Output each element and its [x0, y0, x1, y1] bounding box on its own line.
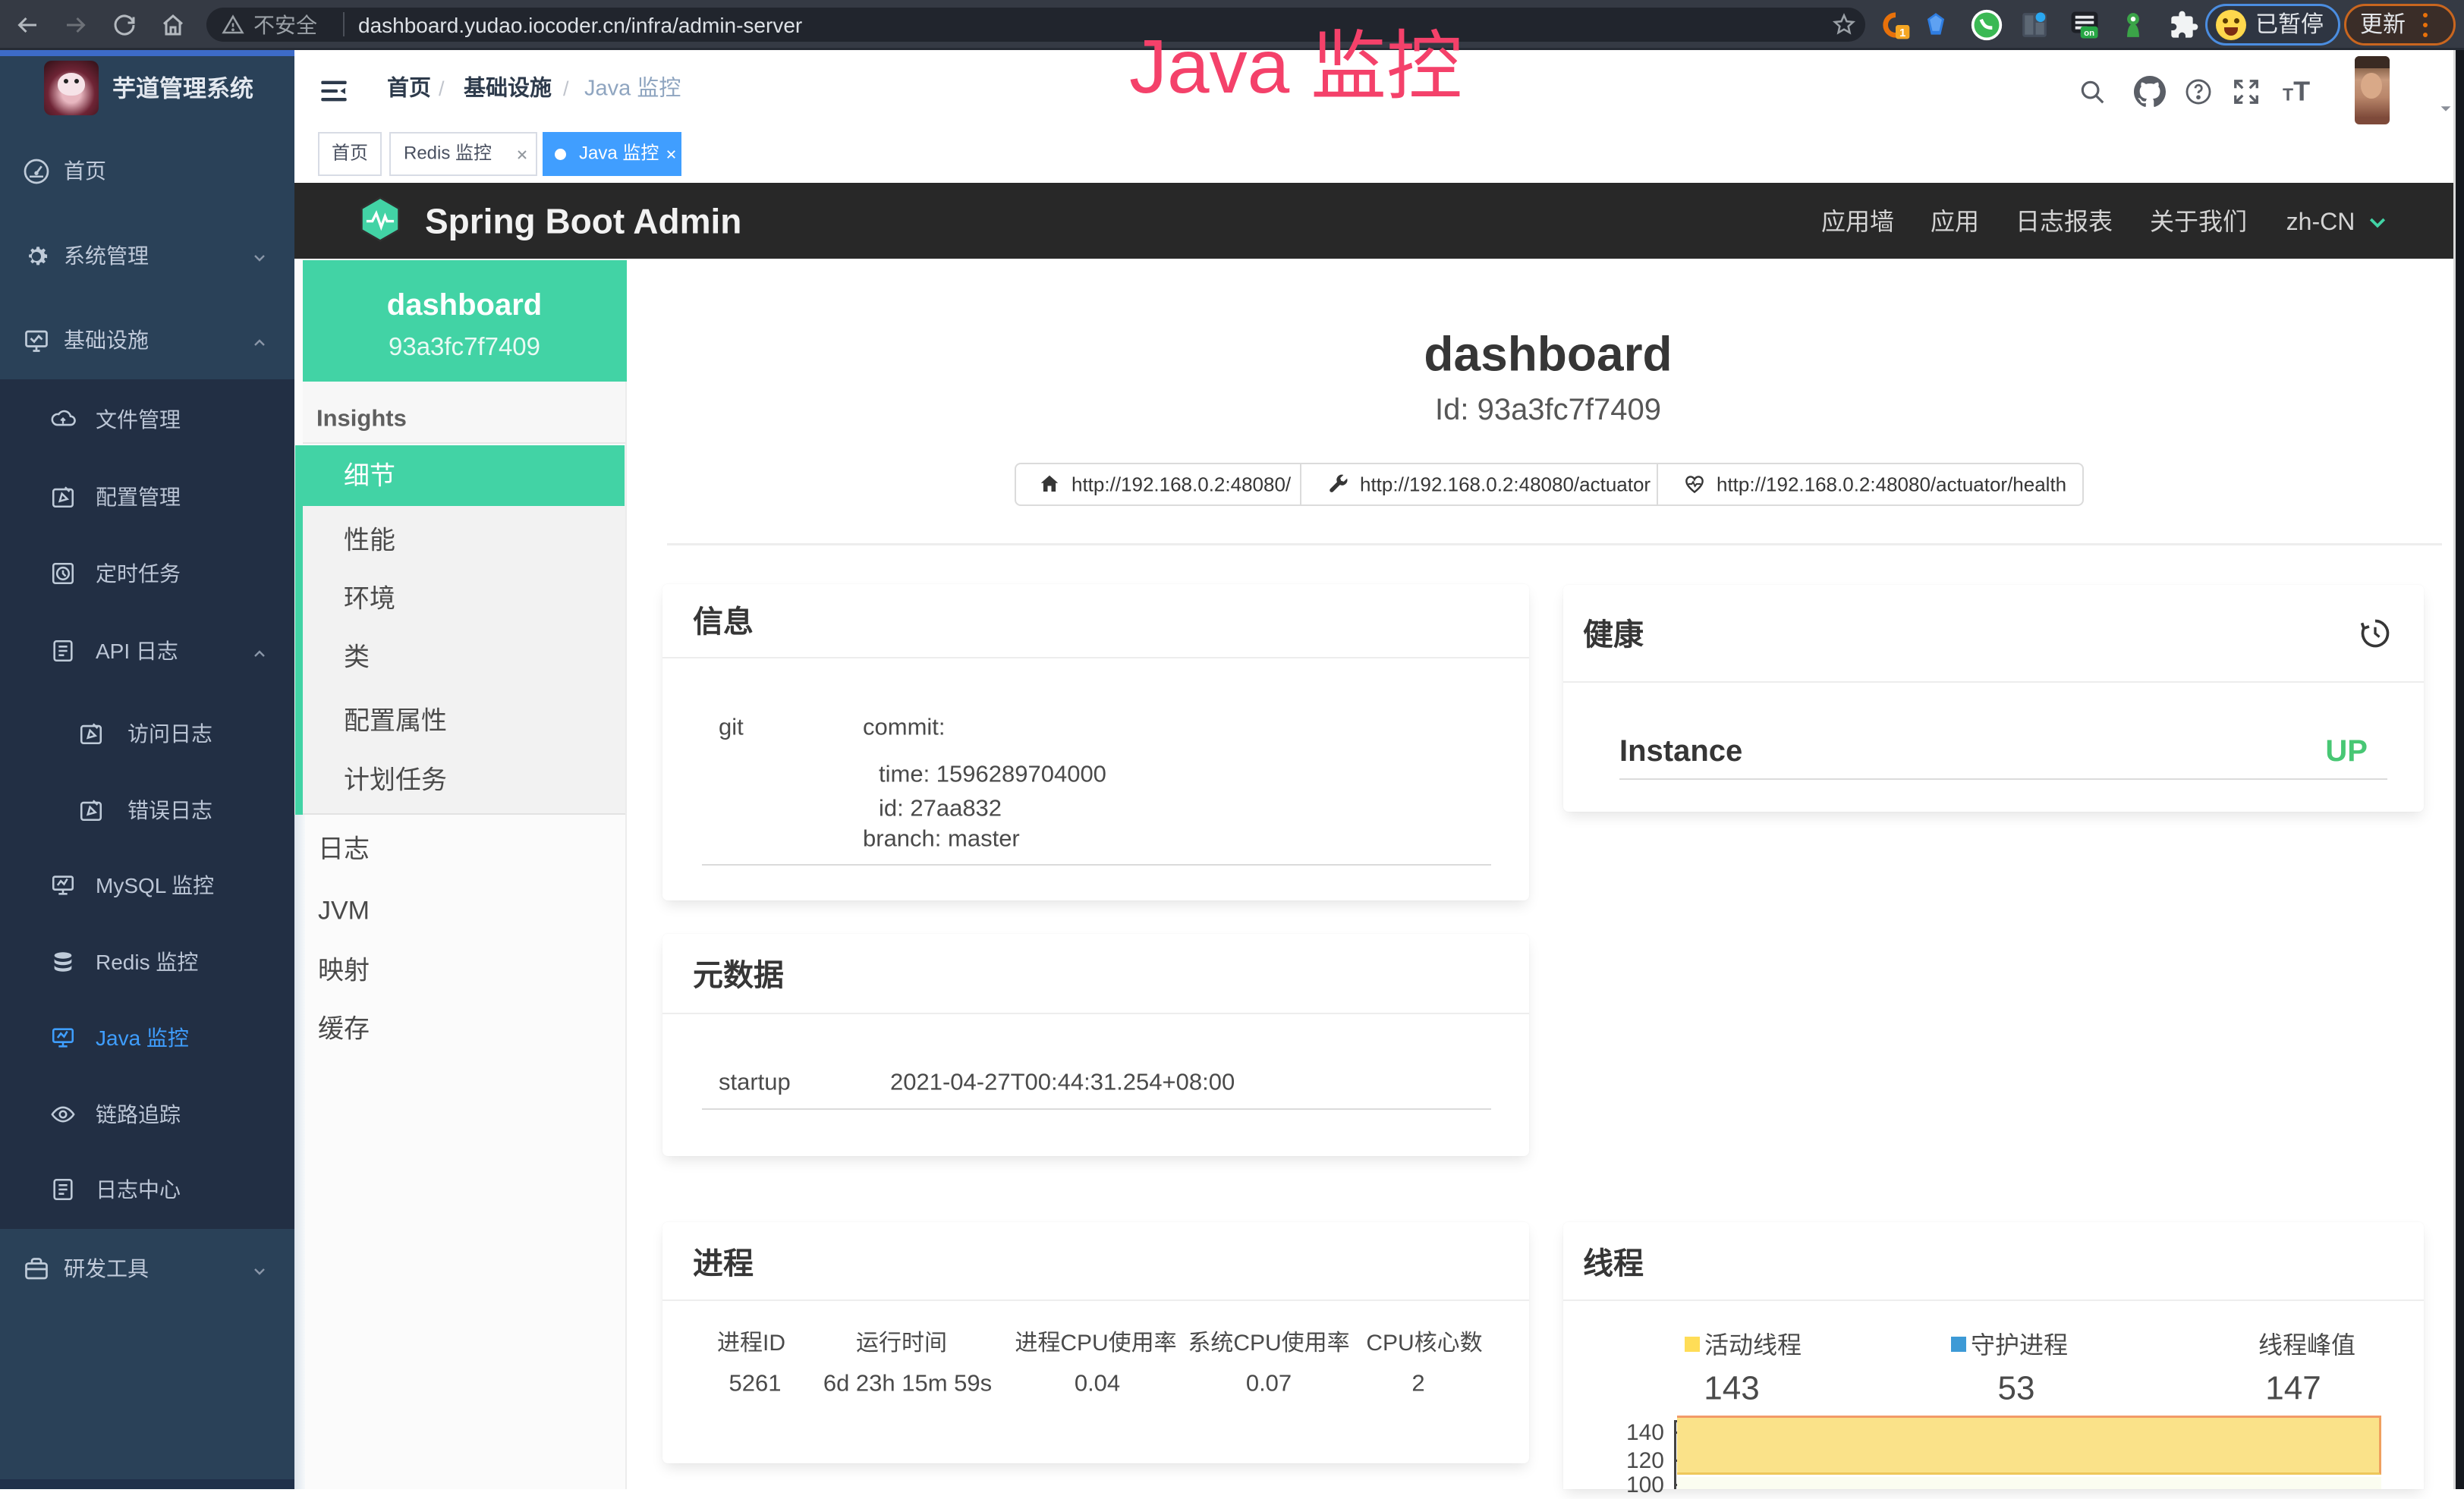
- svg-text:1: 1: [1899, 27, 1905, 39]
- svg-text:on: on: [2084, 29, 2094, 38]
